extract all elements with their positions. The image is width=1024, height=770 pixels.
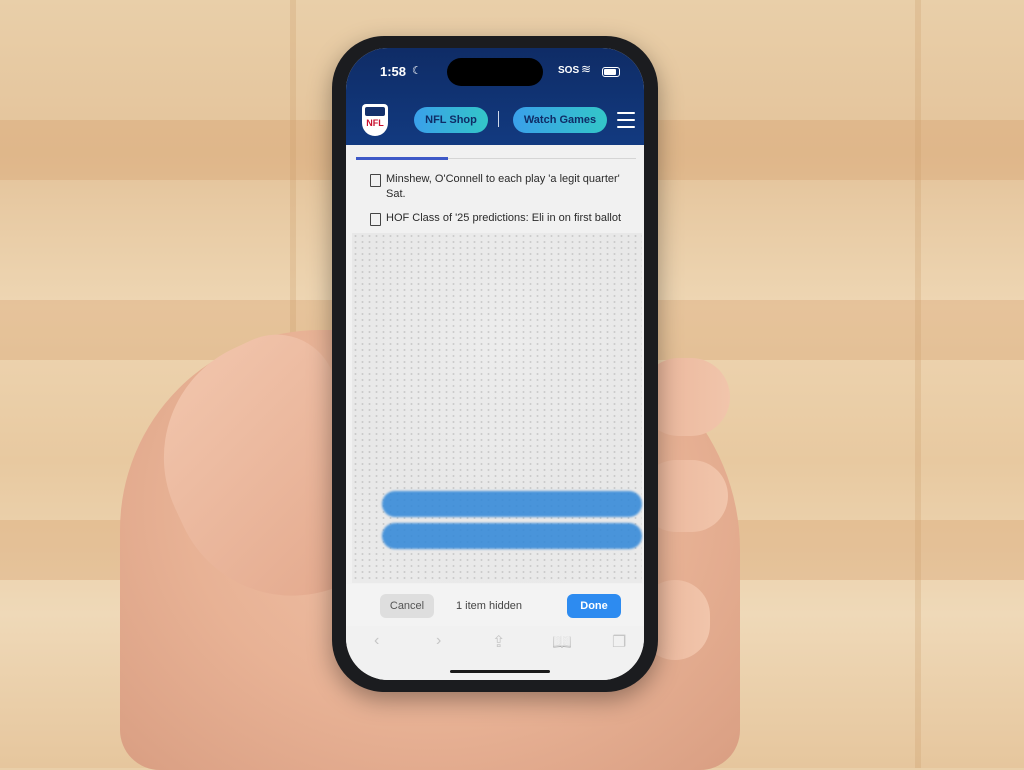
carrier-status: SOS bbox=[558, 65, 580, 76]
nfl-logo-text: NFL bbox=[366, 118, 384, 128]
back-icon[interactable]: ‹ bbox=[374, 632, 379, 650]
phone-screen: 1:58 ☾ SOS ≋ NFL NFL Shop Watch Games Mi… bbox=[346, 48, 644, 680]
news-item[interactable]: HOF Class of '25 predictions: Eli in on … bbox=[370, 211, 630, 226]
status-time: 1:58 bbox=[380, 64, 407, 79]
wood-seam bbox=[915, 0, 921, 768]
moon-icon: ☾ bbox=[412, 65, 422, 77]
article-icon bbox=[370, 213, 381, 226]
home-indicator[interactable] bbox=[450, 670, 550, 673]
hide-items-toolbar: Cancel 1 item hidden Done bbox=[346, 584, 644, 626]
article-icon bbox=[370, 174, 381, 187]
divider bbox=[498, 111, 499, 127]
active-tab-indicator bbox=[356, 157, 448, 160]
dissolve-blue-band bbox=[382, 523, 642, 549]
battery-icon bbox=[602, 67, 620, 77]
tabs-icon[interactable]: ❐ bbox=[612, 632, 626, 652]
share-icon[interactable]: ⇪ bbox=[492, 632, 505, 652]
bookmarks-icon[interactable]: 📖 bbox=[552, 632, 572, 652]
nfl-shop-button[interactable]: NFL Shop bbox=[414, 107, 488, 133]
watch-games-button[interactable]: Watch Games bbox=[513, 107, 607, 133]
site-header: 1:58 ☾ SOS ≋ NFL NFL Shop Watch Games bbox=[346, 48, 644, 145]
news-item[interactable]: Minshew, O'Connell to each play 'a legit… bbox=[370, 172, 630, 202]
done-button[interactable]: Done bbox=[567, 594, 621, 618]
news-headline: Minshew, O'Connell to each play 'a legit… bbox=[386, 173, 620, 200]
hidden-item-dissolve bbox=[352, 233, 642, 583]
wifi-icon: ≋ bbox=[581, 62, 592, 76]
forward-icon[interactable]: › bbox=[436, 632, 441, 650]
dissolve-blue-band bbox=[382, 491, 642, 517]
nfl-logo[interactable]: NFL bbox=[362, 104, 388, 136]
hidden-count-label: 1 item hidden bbox=[456, 600, 523, 612]
hamburger-menu-icon[interactable] bbox=[617, 112, 635, 133]
dynamic-island bbox=[447, 58, 543, 86]
cancel-button[interactable]: Cancel bbox=[380, 594, 434, 618]
news-headline: HOF Class of '25 predictions: Eli in on … bbox=[386, 212, 622, 224]
